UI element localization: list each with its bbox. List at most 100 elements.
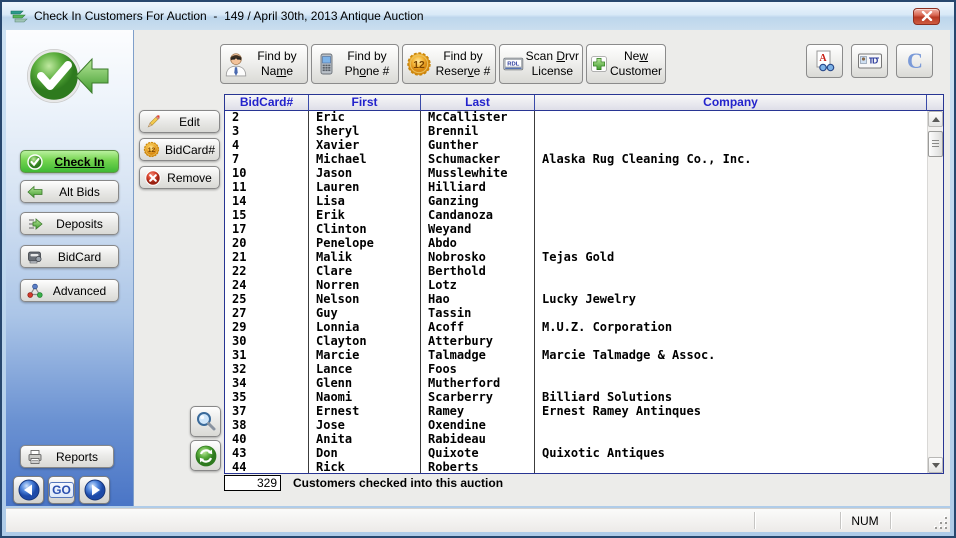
id-card-icon: ID [857,50,883,72]
table-row[interactable]: 32LanceFoos [225,363,927,377]
id-scan-button[interactable]: ID [851,44,888,78]
table-cell: 24 [225,279,309,293]
table-row[interactable]: 14LisaGanzing [225,195,927,209]
table-row[interactable]: 20PenelopeAbdo [225,237,927,251]
table-cell: Nelson [309,293,421,307]
column-header-spacer [927,95,943,111]
checked-in-count-label: Customers checked into this auction [293,475,503,491]
table-header: BidCard# First Last Company [225,95,943,111]
find-text-button[interactable]: A [806,44,843,78]
label-line2: Name [261,64,293,78]
sidebar-item-alt-bids[interactable]: Alt Bids [20,180,119,203]
table-row[interactable]: 24NorrenLotz [225,279,927,293]
table-row[interactable]: 31MarcieTalmadgeMarcie Talmadge & Assoc. [225,349,927,363]
close-button[interactable] [913,8,940,25]
label-line1: New [624,49,648,63]
table-cell: Michael [309,153,421,167]
go-button[interactable]: GO [48,476,75,504]
nav-previous-button[interactable] [13,476,44,504]
column-header-bidcard[interactable]: BidCard# [225,95,309,111]
table-row[interactable]: 4XavierGunther [225,139,927,153]
column-header-company[interactable]: Company [535,95,927,111]
reports-button[interactable]: Reports [20,445,114,468]
scroll-down-button[interactable] [928,457,943,473]
status-divider [840,512,841,529]
table-cell: 4 [225,139,309,153]
table-cell: 2 [225,111,309,125]
table-row[interactable]: 37ErnestRameyErnest Ramey Antinques [225,405,927,419]
search-button[interactable] [190,406,221,437]
label-line1: Find by [257,49,296,63]
table-row[interactable]: 35NaomiScarberryBilliard Solutions [225,391,927,405]
table-cell: Hilliard [421,181,535,195]
table-cell [535,237,927,251]
table-cell: Gunther [421,139,535,153]
scan-license-button[interactable]: RDL Scan Drvr License [499,44,583,84]
vertical-scrollbar[interactable] [927,111,943,473]
table-row[interactable]: 10JasonMusslewhite [225,167,927,181]
bidcard-number-button[interactable]: 12 BidCard# [139,138,220,161]
find-by-name-button[interactable]: Find by Name [220,44,308,84]
scrollbar-thumb[interactable] [928,131,943,157]
table-cell: M.U.Z. Corporation [535,321,927,335]
table-cell: Tassin [421,307,535,321]
left-arrow-icon [27,184,43,200]
table-row[interactable]: 22ClareBerthold [225,265,927,279]
table-cell: Talmadge [421,349,535,363]
nav-next-button[interactable] [79,476,110,504]
table-cell [535,111,927,125]
table-cell: Marcie Talmadge & Assoc. [535,349,927,363]
table-row[interactable]: 40AnitaRabideau [225,433,927,447]
refresh-button[interactable] [190,440,221,471]
table-row[interactable]: 30ClaytonAtterbury [225,335,927,349]
table-row[interactable]: 27GuyTassin [225,307,927,321]
table-row[interactable]: 29LonniaAcoffM.U.Z. Corporation [225,321,927,335]
table-row[interactable]: 3SherylBrennil [225,125,927,139]
column-header-first[interactable]: First [309,95,421,111]
resize-grip-icon[interactable] [934,516,947,529]
sidebar-item-advanced[interactable]: Advanced [20,279,119,302]
table-row[interactable]: 15ErikCandanoza [225,209,927,223]
table-cell: 7 [225,153,309,167]
scroll-up-button[interactable] [928,111,943,127]
brand-c-button[interactable]: C [896,44,933,78]
table-row[interactable]: 44RickRoberts [225,461,927,473]
table-row[interactable]: 34GlennMutherford [225,377,927,391]
table-cell [535,209,927,223]
table-row[interactable]: 17ClintonWeyand [225,223,927,237]
table-cell [535,461,927,473]
table-row[interactable]: 43DonQuixoteQuixotic Antiques [225,447,927,461]
table-cell [535,125,927,139]
badge-12-icon: 12 [143,141,160,158]
remove-button[interactable]: Remove [139,166,220,189]
table-row[interactable]: 38JoseOxendine [225,419,927,433]
table-cell: McCallister [421,111,535,125]
sidebar-item-check-in[interactable]: Check In [20,150,119,173]
table-cell: Erik [309,209,421,223]
column-header-last[interactable]: Last [421,95,535,111]
table-row[interactable]: 7MichaelSchumackerAlaska Rug Cleaning Co… [225,153,927,167]
table-row[interactable]: 25NelsonHaoLucky Jewelry [225,293,927,307]
table-cell: Roberts [421,461,535,473]
new-customer-button[interactable]: New Customer [586,44,666,84]
table-cell: Jason [309,167,421,181]
table-row[interactable]: 21MalikNobroskoTejas Gold [225,251,927,265]
table-row[interactable]: 11LaurenHilliard [225,181,927,195]
table-cell [535,265,927,279]
table-cell: Ganzing [421,195,535,209]
table-cell [535,335,927,349]
find-by-phone-button[interactable]: Find by Phone # [311,44,399,84]
table-cell: Lauren [309,181,421,195]
sidebar-item-deposits[interactable]: Deposits [20,212,119,235]
previous-arrow-icon [18,479,40,501]
sidebar-item-label: Alt Bids [47,185,112,199]
find-by-reserve-button[interactable]: 12 Find by Reserve # [402,44,496,84]
label-line1: Scan Drvr [526,49,579,63]
edit-button[interactable]: Edit [139,110,220,133]
table-cell: Brennil [421,125,535,139]
table-cell: Sheryl [309,125,421,139]
sidebar-item-bidcard[interactable]: BidCard [20,245,119,268]
table-cell: Rabideau [421,433,535,447]
table-cell [535,363,927,377]
table-row[interactable]: 2EricMcCallister [225,111,927,125]
